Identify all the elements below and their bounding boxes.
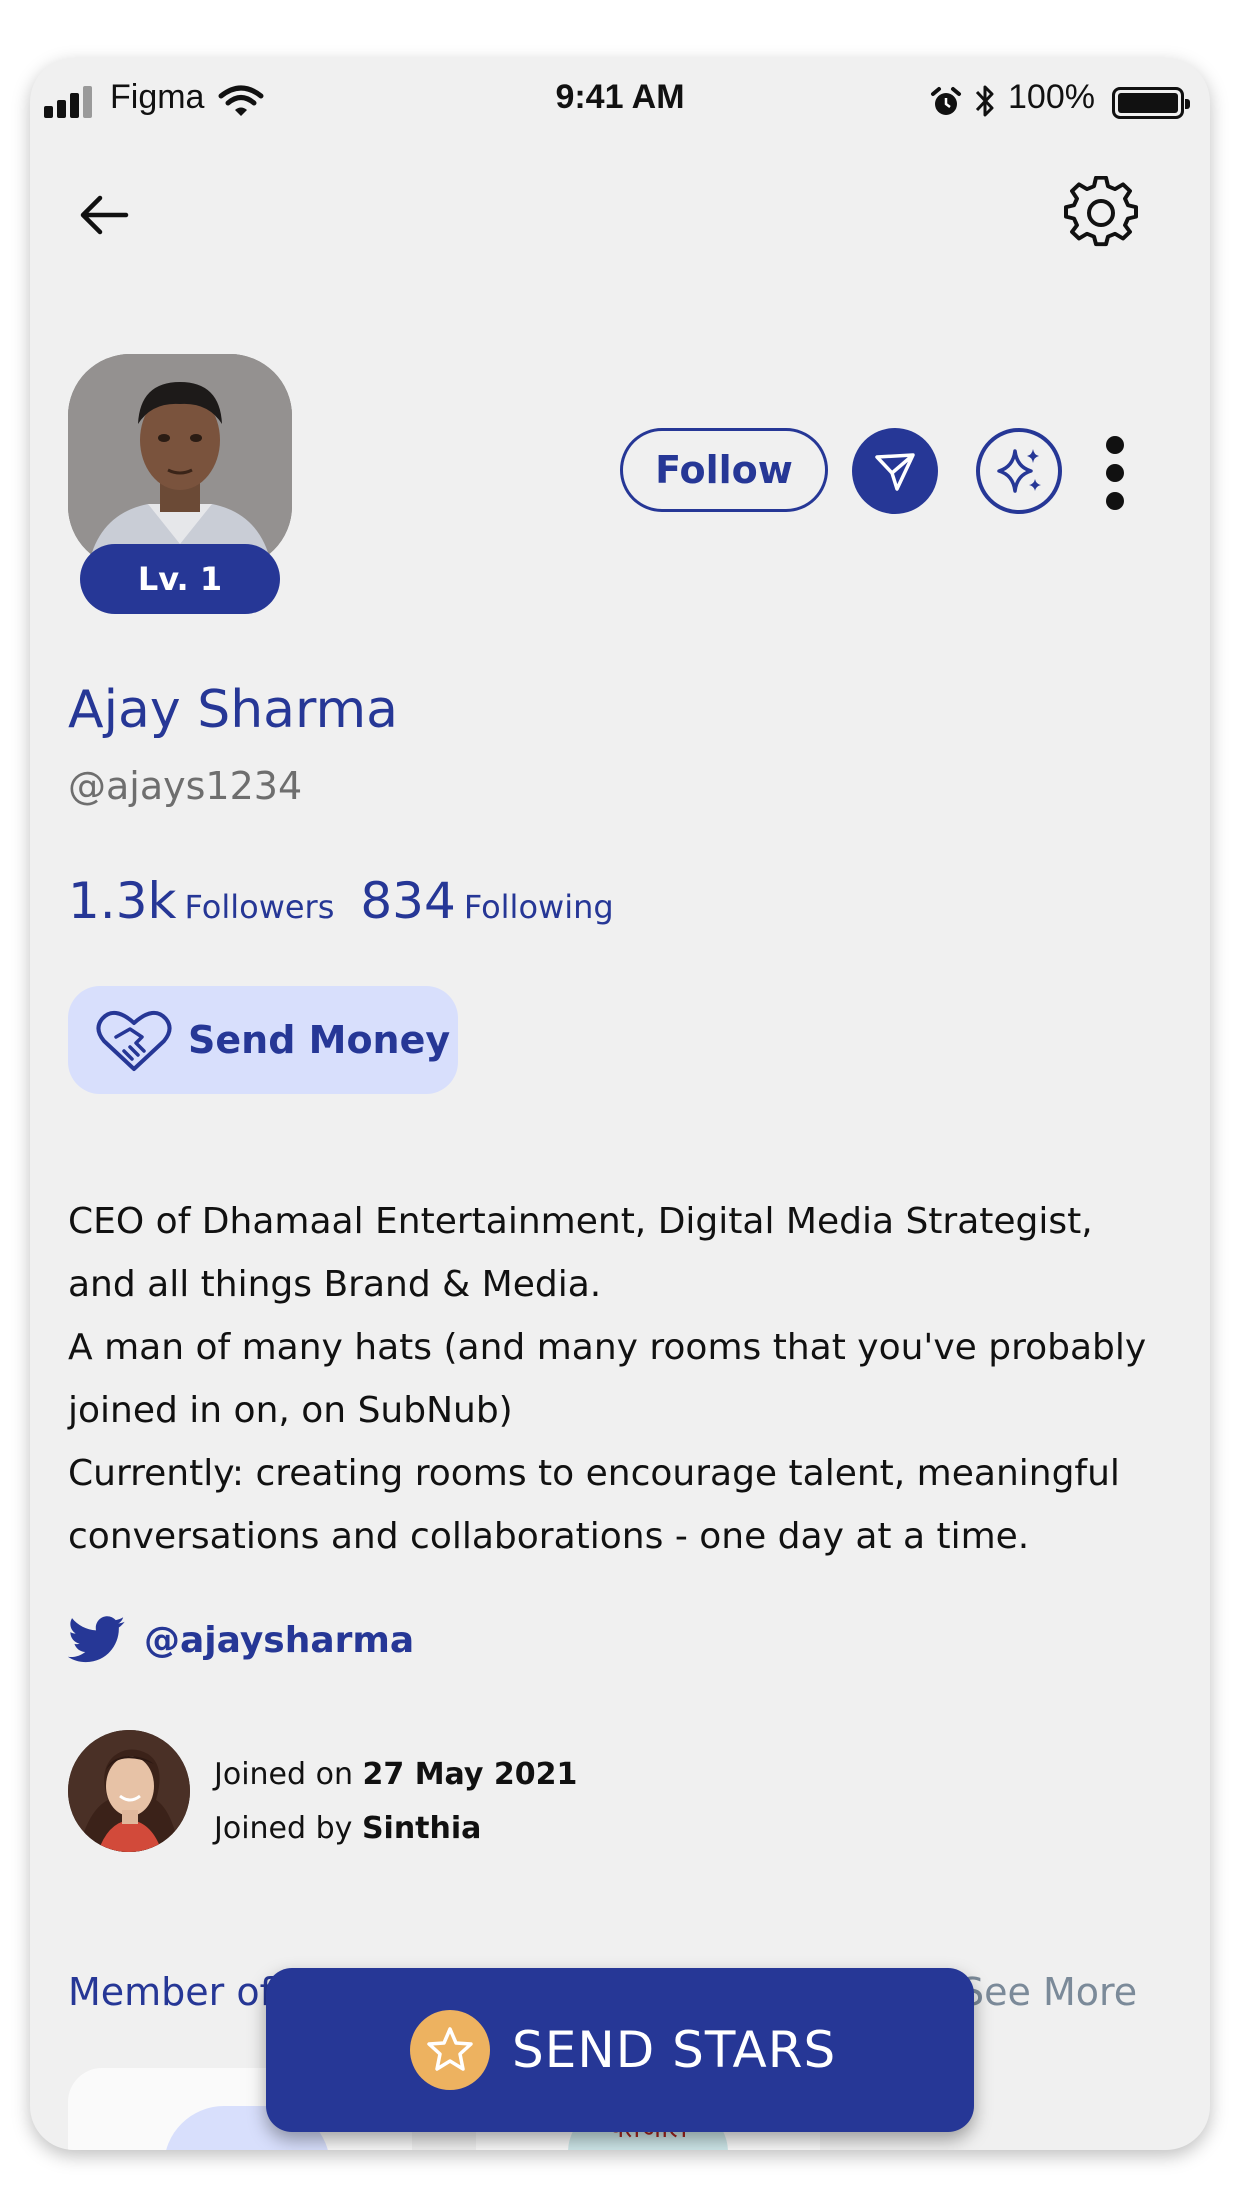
joined-on-date: 27 May 2021 [362,1757,578,1792]
star-coin [410,2010,490,2090]
twitter-handle: @ajaysharma [144,1619,415,1661]
sparkles-button[interactable] [976,428,1062,514]
bio-line: conversations and collaborations - one d… [68,1516,1030,1557]
send-stars-label: SEND STARS [512,2021,837,2079]
joined-by-name[interactable]: Sinthia [362,1811,481,1846]
send-money-label: Send Money [188,1018,451,1062]
profile-name: Ajay Sharma [68,680,399,740]
level-badge: Lv. 1 [80,544,280,614]
send-money-button[interactable]: Send Money [68,986,458,1094]
heart-handshake-icon [96,1011,172,1071]
bio-line: Currently: creating rooms to encourage t… [68,1453,1120,1494]
profile-stats: 1.3k Followers 834 Following [68,872,640,930]
bio-line: and all things Brand & Media. [68,1264,602,1305]
following-count[interactable]: 834 [360,872,455,930]
profile-avatar [68,354,292,568]
member-of-heading: Member of [68,1970,274,2014]
joined-by-label: Joined by [214,1811,353,1846]
battery-icon [1112,87,1190,119]
follow-button[interactable]: Follow [620,428,828,512]
battery-percent: 100% [1008,78,1095,116]
twitter-icon [68,1616,125,1663]
followers-label[interactable]: Followers [184,888,334,926]
back-arrow-icon[interactable] [74,184,136,246]
sparkles-icon [997,449,1041,493]
alarm-icon [931,87,961,115]
bluetooth-icon [975,85,994,117]
profile-handle: @ajays1234 [68,764,303,808]
bio-line: CEO of Dhamaal Entertainment, Digital Me… [68,1201,1093,1242]
inviter-avatar[interactable] [68,1730,190,1852]
profile-bio: CEO of Dhamaal Entertainment, Digital Me… [68,1190,1178,1568]
star-icon [427,2027,473,2071]
send-message-button[interactable] [852,428,938,514]
joined-info: Joined on 27 May 2021 Joined by Sinthia [214,1748,577,1856]
more-vertical-icon[interactable] [1100,436,1130,512]
bio-line: joined in on, on SubNub) [68,1390,513,1431]
followers-count[interactable]: 1.3k [68,872,176,930]
see-more-link[interactable]: See More [960,1970,1137,2014]
send-stars-button[interactable]: SEND STARS [266,1968,974,2132]
status-bar: Figma 9:41 AM 100% [30,58,1210,148]
gear-icon[interactable] [1064,176,1138,250]
send-icon [875,453,915,491]
bio-line: A man of many hats (and many rooms that … [68,1327,1147,1368]
following-label[interactable]: Following [464,888,614,926]
joined-on-label: Joined on [214,1757,353,1792]
twitter-link[interactable]: @ajaysharma [68,1616,414,1664]
phone-screen: Figma 9:41 AM 100% Lv. 1 Follow Ajay Sha… [30,58,1210,2150]
